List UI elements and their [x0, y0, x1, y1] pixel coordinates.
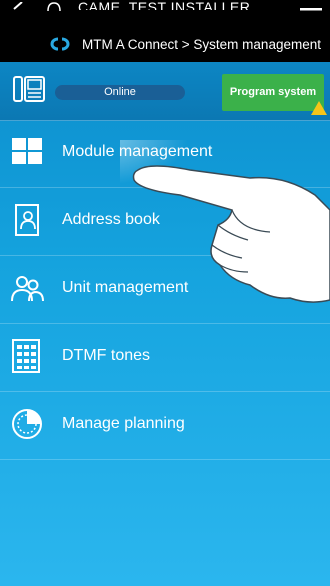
program-system-button[interactable]: Program system	[222, 74, 324, 111]
menu-item-dtmf-tones[interactable]: DTMF tones	[0, 324, 330, 392]
username-label: CAME_TEST INSTALLER	[78, 0, 251, 10]
menu-item-module-management[interactable]: Module management	[0, 120, 330, 188]
back-arrow-icon[interactable]	[10, 2, 30, 16]
top-bar: CAME_TEST INSTALLER MTM A Connect > Syst…	[0, 0, 330, 62]
menu-item-label: Module management	[62, 143, 213, 160]
menu-item-label: Unit management	[62, 279, 189, 296]
status-bar: Online Program system	[0, 62, 330, 121]
menu-item-label: DTMF tones	[62, 347, 151, 364]
user-icon	[47, 2, 61, 12]
warning-icon	[311, 101, 327, 115]
breadcrumb: MTM A Connect > System management	[82, 37, 321, 52]
menu-item-unit-management[interactable]: Unit management	[0, 256, 330, 324]
keypad-icon	[12, 339, 40, 373]
status-badge: Online	[55, 85, 185, 100]
menu-item-label: Address book	[62, 211, 160, 228]
address-book-icon	[15, 204, 39, 236]
link-icon	[50, 37, 70, 51]
intercom-icon	[13, 76, 45, 102]
menu-item-manage-planning[interactable]: Manage planning	[0, 392, 330, 460]
menu-item-label: Manage planning	[62, 415, 185, 432]
menu-item-address-book[interactable]: Address book	[0, 188, 330, 256]
menu-icon[interactable]	[300, 6, 322, 14]
clock-icon	[12, 409, 42, 439]
users-icon	[11, 276, 44, 302]
menu-list: Module management Address book Unit mana…	[0, 120, 330, 460]
module-grid-icon	[12, 138, 42, 164]
